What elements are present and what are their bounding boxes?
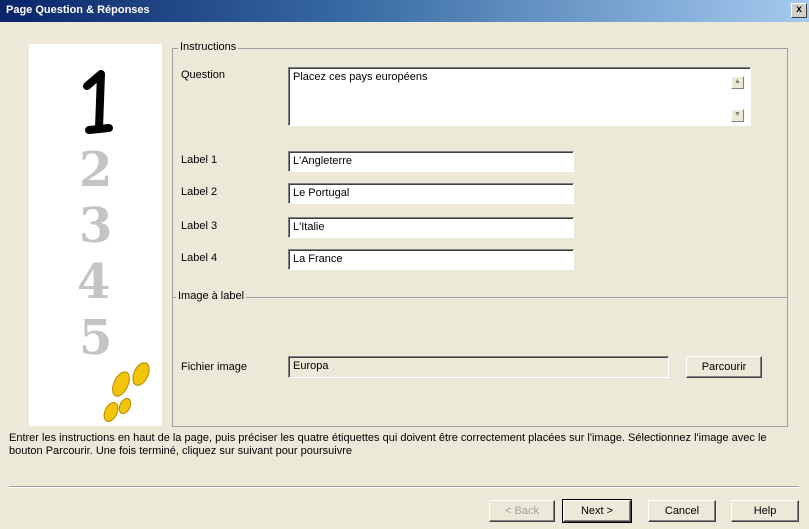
window-title: Page Question & Réponses <box>6 4 150 16</box>
next-button[interactable]: Next > <box>562 499 632 523</box>
question-label: Question <box>181 69 226 81</box>
instructions-legend: Instructions <box>178 41 239 53</box>
label-4-caption: Label 4 <box>181 252 218 264</box>
footprints-icon <box>103 362 150 422</box>
label-3-input[interactable]: L'Italie <box>288 217 574 238</box>
file-value: Europa <box>293 360 329 372</box>
label-4-value: La France <box>293 253 343 265</box>
image-legend: Image à label <box>176 290 247 302</box>
number-2-glyph: 2 <box>79 142 112 198</box>
help-button[interactable]: Help <box>731 500 799 522</box>
label-3-value: L'Italie <box>293 221 325 233</box>
step-illustration: 2 3 4 5 <box>77 70 150 422</box>
bottom-separator <box>9 486 799 488</box>
side-panel: 2 3 4 5 <box>29 44 162 426</box>
number-4-glyph: 4 <box>77 254 110 310</box>
label-2-input[interactable]: Le Portugal <box>288 183 574 204</box>
cancel-button[interactable]: Cancel <box>648 500 716 522</box>
question-textarea[interactable]: Placez ces pays européens <box>288 67 751 126</box>
file-label: Fichier image <box>181 361 248 373</box>
help-text: Entrer les instructions en haut de la pa… <box>9 432 767 457</box>
close-button[interactable]: x <box>791 3 807 18</box>
label-1-caption: Label 1 <box>181 154 218 166</box>
dialog-window: Page Question & Réponses x 2 3 4 5 Instr… <box>0 0 809 529</box>
browse-button[interactable]: Parcourir <box>686 356 762 378</box>
label-2-value: Le Portugal <box>293 187 350 199</box>
label-3-caption: Label 3 <box>181 220 218 232</box>
label-2-caption: Label 2 <box>181 186 218 198</box>
question-value: Placez ces pays européens <box>293 71 428 83</box>
file-input[interactable]: Europa <box>288 356 669 378</box>
number-5-glyph: 5 <box>79 310 112 366</box>
number-1-glyph <box>83 70 113 134</box>
label-1-input[interactable]: L'Angleterre <box>288 151 574 172</box>
label-1-value: L'Angleterre <box>293 155 352 167</box>
scroll-down-button[interactable]: ▼ <box>731 109 744 122</box>
title-bar[interactable]: Page Question & Réponses x <box>0 0 809 22</box>
scroll-up-button[interactable]: ▲ <box>731 76 744 89</box>
number-3-glyph: 3 <box>79 198 112 254</box>
back-button[interactable]: < Back <box>489 500 555 522</box>
label-4-input[interactable]: La France <box>288 249 574 270</box>
